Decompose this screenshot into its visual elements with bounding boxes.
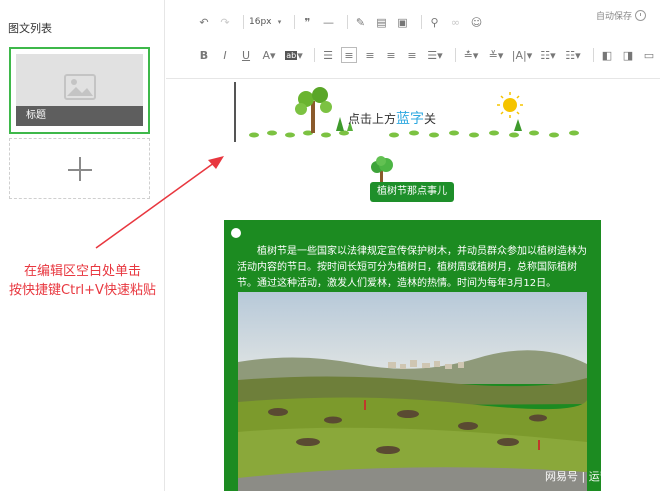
format-painter-icon[interactable]: ✎ — [353, 14, 369, 30]
letter-spacing-icon[interactable]: |A|▾ — [511, 47, 533, 63]
list-icon[interactable]: ☷▾ — [538, 47, 558, 63]
toolbar-row-1: ↶ ↷ 16px ▾ ❞ — ✎ ▤ ▣ ⚲ ∞ ☺ — [196, 11, 490, 33]
spacing-after-icon[interactable]: ≚▾ — [486, 47, 506, 63]
content-paragraph: 植树节是一些国家以法律规定宣传保护树木，并动员群众参加以植树造林为活动内容的节日… — [237, 246, 587, 289]
spacing-before-icon[interactable]: ≛▾ — [461, 47, 481, 63]
editor-toolbar: ↶ ↷ 16px ▾ ❞ — ✎ ▤ ▣ ⚲ ∞ ☺ 自动保存 B I U A▾ — [166, 0, 660, 78]
background-color-icon[interactable]: ab ▾ — [284, 47, 304, 63]
watermark: 网易号 | 运营小白 — [545, 470, 633, 483]
landscape-photo[interactable] — [238, 292, 587, 491]
float-left-icon[interactable]: ◧ — [599, 47, 615, 63]
bullet-dot — [231, 228, 241, 238]
section-title-pill: 植树节那点事儿 — [370, 182, 454, 202]
horizontal-rule-icon[interactable]: — — [321, 14, 337, 30]
paste-hint-line2: 按快捷键Ctrl+V快速粘贴 — [9, 283, 156, 298]
follow-banner-text: 点击上方蓝字关 — [348, 111, 437, 127]
link-icon[interactable]: ⚲ — [427, 14, 443, 30]
image-placeholder-icon — [64, 74, 96, 100]
content-block[interactable]: 植树节是一些国家以法律规定宣传保护树木，并动员群众参加以植树造林为活动内容的节日… — [224, 220, 601, 491]
quote-icon[interactable]: ❞ — [300, 14, 316, 30]
underline-icon[interactable]: U — [238, 47, 254, 63]
line-height-icon[interactable]: ☰▾ — [425, 47, 445, 63]
text-cursor — [234, 82, 236, 142]
float-none-icon[interactable]: ▭ — [641, 47, 657, 63]
italic-icon[interactable]: I — [217, 47, 233, 63]
toolbar-row-2: B I U A▾ ab ▾ ☰ ≡ ≡ ≡ ≡ ☰▾ ≛▾ ≚▾ |A|▾ ☷▾ … — [196, 44, 660, 66]
float-right-icon[interactable]: ◨ — [620, 47, 636, 63]
indent-icon[interactable]: ☰ — [320, 47, 336, 63]
card-caption: 标题 — [16, 106, 143, 126]
sidebar-title: 图文列表 — [8, 22, 52, 35]
paste-hint-line1: 在编辑区空白处单击 — [23, 264, 141, 279]
ordered-list-icon[interactable]: ☷▾ — [563, 47, 583, 63]
red-arrow-icon — [95, 156, 224, 249]
paste-hint: 在编辑区空白处单击 按快捷键Ctrl+V快速粘贴 — [0, 262, 165, 300]
font-size-select[interactable]: 16px — [249, 17, 272, 27]
unlink-icon[interactable]: ∞ — [448, 14, 464, 30]
font-color-icon[interactable]: A▾ — [259, 47, 279, 63]
tree-icon — [371, 156, 393, 183]
emoji-icon[interactable]: ☺ — [469, 14, 485, 30]
align-right-icon[interactable]: ≡ — [383, 47, 399, 63]
article-card[interactable]: 标题 — [9, 47, 150, 134]
chevron-down-icon[interactable]: ▾ — [276, 14, 284, 30]
bold-icon[interactable]: B — [196, 47, 212, 63]
justify-icon[interactable]: ≡ — [404, 47, 420, 63]
paste-text-icon[interactable]: ▤ — [374, 14, 390, 30]
clear-format-icon[interactable]: ▣ — [395, 14, 411, 30]
autosave-status: 自动保存 — [596, 9, 646, 22]
clock-icon — [635, 10, 646, 21]
autosave-label: 自动保存 — [595, 12, 632, 22]
align-left-icon[interactable]: ≡ — [341, 47, 357, 63]
align-center-icon[interactable]: ≡ — [362, 47, 378, 63]
undo-icon[interactable]: ↶ — [196, 14, 212, 30]
redo-icon[interactable]: ↷ — [217, 14, 233, 30]
